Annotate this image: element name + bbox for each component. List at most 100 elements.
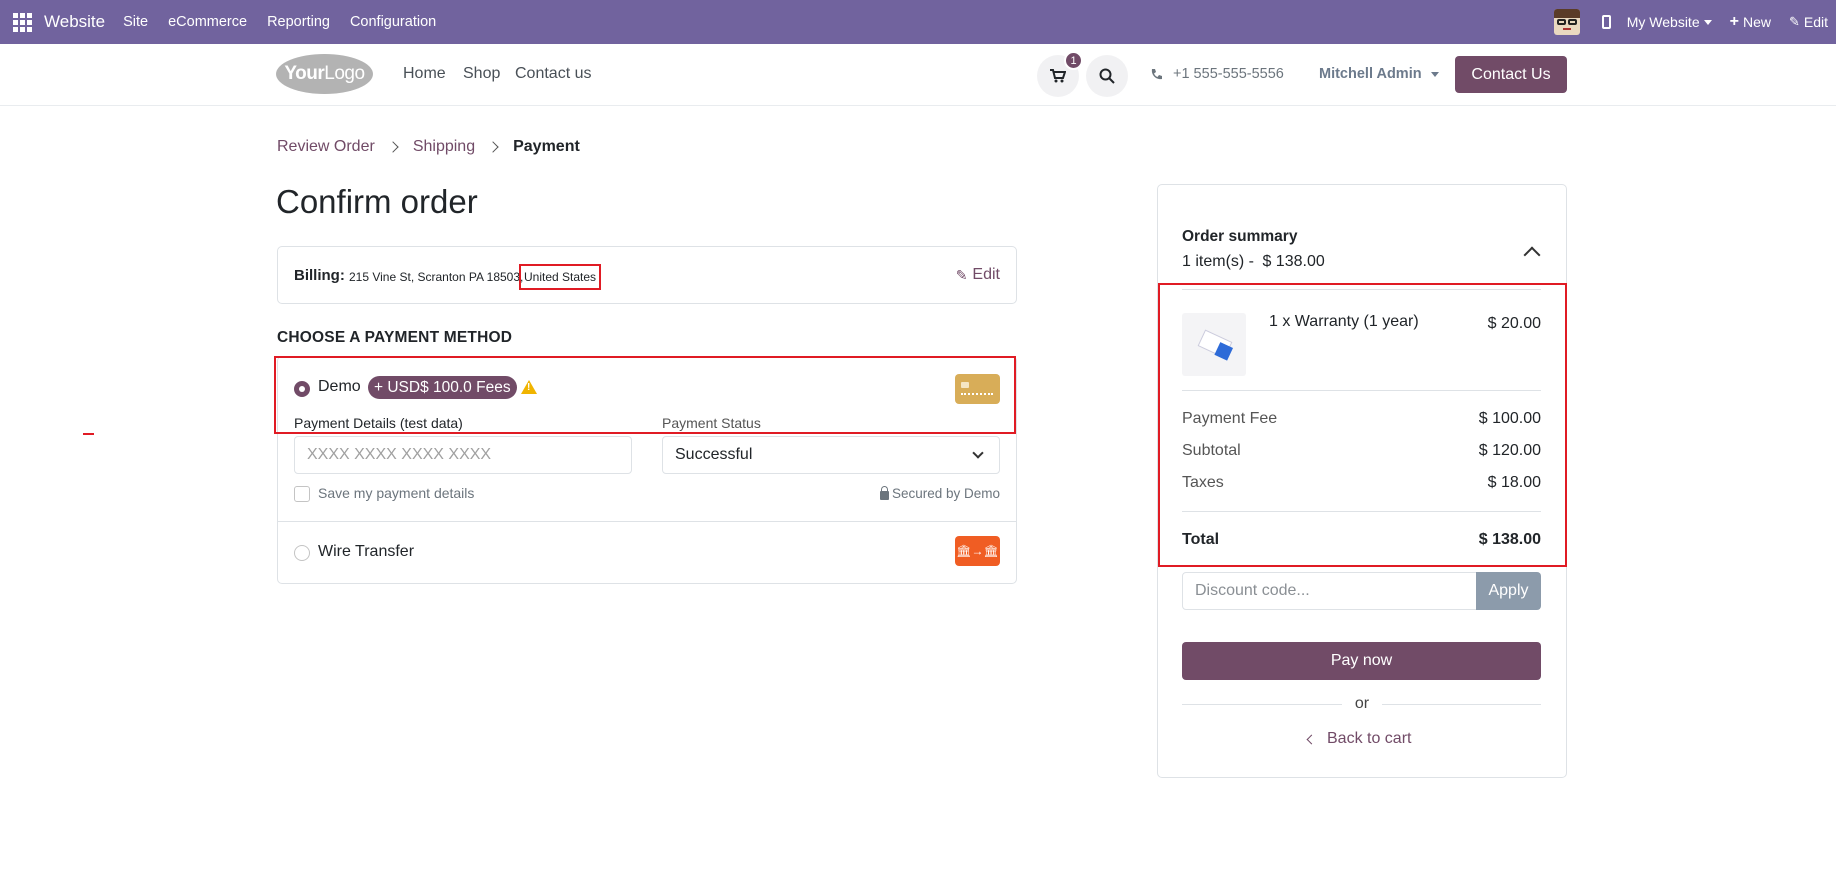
new-button[interactable]: + New	[1730, 13, 1771, 31]
admin-navbar: Website Site eCommerce Reporting Configu…	[0, 0, 1836, 44]
divider	[278, 521, 1016, 522]
search-button[interactable]	[1086, 55, 1128, 97]
lock-icon	[879, 485, 889, 500]
breadcrumb-review-order[interactable]: Review Order	[277, 138, 375, 156]
breadcrumb-shipping[interactable]: Shipping	[413, 138, 475, 156]
search-icon	[1099, 68, 1115, 84]
billing-card: Billing: 215 Vine St, Scranton PA 18503,…	[277, 246, 1017, 304]
divider	[1182, 704, 1342, 705]
secured-by-text: Secured by Demo	[891, 486, 1000, 501]
warning-icon	[521, 380, 537, 394]
menu-reporting[interactable]: Reporting	[267, 14, 330, 30]
billing-address: 215 Vine St, Scranton PA 18503,	[349, 270, 524, 284]
card-number-input[interactable]: XXXX XXXX XXXX XXXX	[294, 436, 632, 474]
fee-badge: + USD$ 100.0 Fees	[368, 376, 517, 399]
items-total: $ 138.00	[1262, 253, 1325, 270]
contact-us-button[interactable]: Contact Us	[1455, 56, 1567, 93]
logo-text-bold: Your	[284, 63, 325, 84]
apps-menu-icon[interactable]	[0, 0, 44, 44]
wire-transfer-radio[interactable]	[294, 545, 310, 561]
user-dropdown[interactable]: Mitchell Admin	[1319, 66, 1439, 82]
payment-status-value: Successful	[675, 446, 753, 463]
nav-contact-us[interactable]: Contact us	[515, 65, 591, 83]
billing-edit-link[interactable]: ✎ Edit	[956, 266, 1000, 284]
subtotal-value: $ 120.00	[1478, 442, 1541, 459]
payment-fee-label: Payment Fee	[1182, 410, 1278, 427]
annotation-mark	[83, 433, 94, 435]
bank-transfer-icon: 🏛→🏛	[955, 536, 1000, 566]
billing-label: Billing:	[294, 267, 345, 284]
payment-details-label: Payment Details (test data)	[294, 415, 463, 431]
phone-link[interactable]: +1 555-555-5556	[1150, 66, 1284, 82]
site-header: Your Logo Home Shop Contact us 1 +1 555-5…	[0, 44, 1836, 106]
or-separator: or	[1354, 695, 1370, 712]
mobile-preview-icon[interactable]	[1601, 15, 1611, 29]
new-label: New	[1742, 14, 1771, 30]
total-label: Total	[1182, 531, 1220, 548]
save-payment-label[interactable]: Save my payment details	[318, 485, 474, 501]
subtotal-label: Subtotal	[1182, 442, 1241, 459]
items-count: 1 item(s) -	[1182, 253, 1254, 270]
order-summary-title: Order summary	[1182, 228, 1298, 245]
cart-button[interactable]: 1	[1037, 51, 1083, 97]
wire-transfer-label[interactable]: Wire Transfer	[318, 543, 414, 561]
caret-down-icon	[1703, 19, 1712, 25]
logo-text-thin: Logo	[324, 63, 365, 84]
product-image	[1182, 313, 1246, 376]
total-value: $ 138.00	[1478, 531, 1541, 548]
chevron-left-icon	[1306, 734, 1317, 744]
divider	[1182, 390, 1541, 391]
apply-discount-button[interactable]: Apply	[1476, 572, 1541, 610]
user-avatar[interactable]	[1553, 9, 1580, 35]
pencil-icon: ✎	[1788, 14, 1800, 29]
demo-radio[interactable]	[294, 381, 310, 397]
breadcrumb-payment: Payment	[513, 138, 580, 155]
app-brand[interactable]: Website	[44, 12, 105, 32]
chevron-right-icon	[387, 141, 399, 153]
pay-now-button[interactable]: Pay now	[1182, 642, 1541, 680]
payment-fee-value: $ 100.00	[1478, 410, 1541, 427]
chevron-right-icon	[487, 141, 499, 153]
chevron-up-icon[interactable]	[1523, 246, 1541, 264]
shopping-cart-icon	[1050, 69, 1066, 83]
demo-label[interactable]: Demo	[318, 378, 361, 396]
divider	[1182, 289, 1541, 290]
order-summary-subtitle: 1 item(s) - $ 138.00	[1182, 253, 1325, 271]
save-payment-checkbox[interactable]	[294, 486, 310, 502]
pencil-icon: ✎	[955, 266, 968, 283]
my-website-label: My Website	[1626, 14, 1700, 30]
payment-section-title: CHOOSE A PAYMENT METHOD	[277, 329, 513, 346]
discount-code-input[interactable]: Discount code...	[1182, 572, 1477, 610]
menu-configuration[interactable]: Configuration	[350, 14, 436, 30]
taxes-value: $ 18.00	[1487, 474, 1541, 491]
payment-status-label: Payment Status	[662, 415, 761, 431]
my-website-dropdown[interactable]: My Website	[1627, 14, 1712, 30]
divider	[1382, 704, 1541, 705]
edit-button[interactable]: ✎ Edit	[1789, 14, 1828, 30]
product-price: $ 20.00	[1487, 315, 1541, 332]
user-name: Mitchell Admin	[1319, 66, 1422, 82]
phone-number: +1 555-555-5556	[1173, 66, 1284, 82]
menu-site[interactable]: Site	[123, 14, 148, 30]
cart-count-badge: 1	[1064, 51, 1083, 70]
checkout-breadcrumb: Review Order Shipping Payment	[277, 138, 580, 156]
page-title: Confirm order	[276, 183, 478, 220]
menu-ecommerce[interactable]: eCommerce	[168, 14, 247, 30]
site-logo[interactable]: Your Logo	[276, 54, 373, 94]
edit-label: Edit	[1803, 14, 1828, 30]
nav-home[interactable]: Home	[403, 65, 446, 83]
product-name[interactable]: 1 x Warranty (1 year)	[1269, 313, 1419, 331]
phone-icon	[1151, 68, 1162, 79]
caret-down-icon	[1430, 71, 1439, 77]
back-to-cart-label: Back to cart	[1327, 730, 1412, 747]
chevron-down-icon	[972, 447, 984, 459]
back-to-cart-link[interactable]: Back to cart	[1306, 730, 1412, 748]
nav-shop[interactable]: Shop	[463, 65, 500, 83]
plus-icon: +	[1729, 13, 1739, 30]
billing-country: United States	[519, 264, 602, 290]
secured-by: Secured by Demo	[879, 485, 1000, 501]
payment-status-select[interactable]: Successful	[662, 436, 1000, 474]
payment-methods: Demo + USD$ 100.0 Fees Payment Details (…	[277, 356, 1017, 584]
taxes-label: Taxes	[1182, 474, 1224, 491]
billing-edit-label: Edit	[972, 266, 1000, 283]
